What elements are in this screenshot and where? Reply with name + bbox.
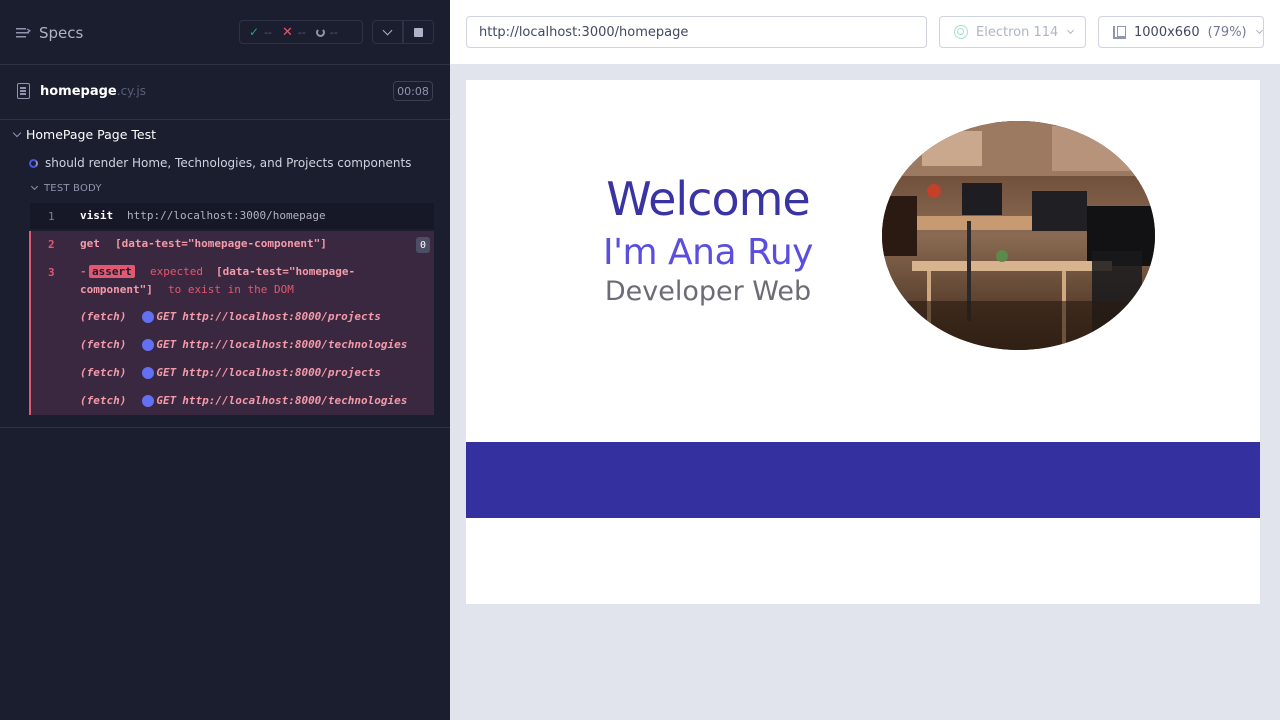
- assert-tag: assert: [89, 265, 135, 278]
- failed-count: --: [297, 25, 306, 39]
- test-body-label: TEST BODY: [44, 183, 102, 194]
- specs-label: Specs: [39, 24, 84, 42]
- specs-list-icon: [16, 28, 31, 38]
- assert-message: to exist in the DOM: [168, 283, 294, 296]
- request-method: GET: [156, 366, 177, 379]
- command-number: 3: [48, 266, 55, 279]
- request-dot-icon: [142, 310, 155, 323]
- chevron-down-icon: [1255, 26, 1263, 34]
- element-count-badge: 0: [416, 237, 430, 253]
- pending-count: --: [329, 25, 338, 39]
- chevron-down-icon: [1067, 26, 1075, 34]
- chevron-down-icon: [382, 25, 393, 35]
- command-message: [data-test="homepage-component"]: [115, 237, 327, 250]
- url-bar[interactable]: http://localhost:3000/homepage: [466, 16, 927, 48]
- request-dot-icon: [142, 394, 155, 407]
- spec-name: homepage.cy.js: [40, 84, 146, 99]
- spec-header: homepage.cy.js 00:08: [0, 65, 450, 120]
- assert-expected: expected: [150, 265, 203, 278]
- viewport-zoom: (79%): [1207, 24, 1247, 40]
- failed-stat: ✕ --: [282, 25, 306, 40]
- command-dash: -: [80, 265, 87, 278]
- command-assert[interactable]: 3 - assert expected [data-test="homepage…: [31, 261, 434, 301]
- hero-name: I'm Ana Ruy: [603, 232, 814, 273]
- spec-filename: homepage: [40, 84, 117, 99]
- running-spinner-icon: [29, 158, 38, 168]
- request-row[interactable]: (fetch) GET http://localhost:8000/projec…: [80, 310, 381, 323]
- request-url: http://localhost:8000/technologies: [182, 338, 408, 351]
- command-visit[interactable]: 1 visit http://localhost:3000/homepage: [30, 203, 434, 229]
- request-dot-icon: [142, 366, 155, 379]
- test-stats: ✓ -- ✕ -- --: [239, 20, 363, 44]
- stop-button[interactable]: [403, 20, 434, 44]
- command-number: 1: [48, 210, 55, 223]
- command-name: get: [80, 237, 100, 250]
- specs-toggle-button[interactable]: Specs: [16, 24, 83, 42]
- viewport-size: 1000x660: [1134, 24, 1200, 40]
- command-name: visit: [80, 209, 114, 222]
- spec-extension: .cy.js: [116, 84, 146, 98]
- collapse-all-button[interactable]: [372, 20, 403, 44]
- hero-photo: [882, 121, 1155, 350]
- divider: [0, 427, 450, 428]
- browser-selector[interactable]: Electron 114: [939, 16, 1086, 48]
- assert-selector-a: [data-test="homepage-: [216, 265, 356, 278]
- command-get[interactable]: 2 get [data-test="homepage-component"] 0: [31, 231, 434, 259]
- assert-selector-b: component"]: [80, 283, 153, 296]
- suite-title[interactable]: HomePage Page Test: [12, 127, 156, 142]
- check-icon: ✓: [249, 25, 260, 39]
- chevron-down-icon: [30, 182, 39, 191]
- blue-band: [466, 442, 1260, 518]
- hero-role: Developer Web: [604, 276, 812, 307]
- request-row[interactable]: (fetch) GET http://localhost:8000/projec…: [80, 366, 381, 379]
- browser-label: Electron 114: [976, 24, 1059, 40]
- command-number: 2: [48, 238, 55, 251]
- viewport-info[interactable]: 1000x660 (79%): [1098, 16, 1264, 48]
- passed-stat: ✓ --: [249, 25, 272, 39]
- spec-duration: 00:08: [393, 81, 433, 101]
- hero-welcome: Welcome: [606, 172, 810, 226]
- cross-icon: ✕: [282, 24, 293, 40]
- command-message: http://localhost:3000/homepage: [127, 209, 326, 222]
- reporter-header: Specs ✓ -- ✕ -- --: [0, 0, 450, 65]
- pending-icon: [315, 27, 325, 37]
- request-type: (fetch): [80, 310, 127, 323]
- request-row[interactable]: (fetch) GET http://localhost:8000/techno…: [80, 394, 407, 407]
- chevron-down-icon: [12, 128, 22, 137]
- office-photo: [882, 121, 1155, 350]
- request-method: GET: [156, 338, 177, 351]
- request-url: http://localhost:8000/projects: [182, 310, 381, 323]
- electron-icon: [954, 25, 968, 39]
- request-type: (fetch): [80, 394, 127, 407]
- test-label: should render Home, Technologies, and Pr…: [45, 156, 412, 170]
- passed-count: --: [264, 25, 273, 39]
- request-type: (fetch): [80, 366, 127, 379]
- request-row[interactable]: (fetch) GET http://localhost:8000/techno…: [80, 338, 407, 351]
- app-preview: Welcome I'm Ana Ruy Developer Web: [466, 80, 1260, 604]
- pending-stat: --: [315, 25, 338, 39]
- request-url: http://localhost:8000/technologies: [182, 394, 408, 407]
- aut-toolbar: http://localhost:3000/homepage Electron …: [450, 0, 1280, 64]
- file-icon: [17, 83, 30, 99]
- test-body-toggle[interactable]: TEST BODY: [30, 182, 102, 194]
- request-url: http://localhost:8000/projects: [182, 366, 381, 379]
- request-type: (fetch): [80, 338, 127, 351]
- suite-label: HomePage Page Test: [26, 127, 156, 142]
- test-title[interactable]: should render Home, Technologies, and Pr…: [29, 156, 411, 170]
- reporter-panel: Specs ✓ -- ✕ -- -- homepage.cy.js 00:08 Ho…: [0, 0, 450, 720]
- request-dot-icon: [142, 338, 155, 351]
- stop-icon: [414, 27, 423, 37]
- request-method: GET: [156, 394, 177, 407]
- failed-commands: 2 get [data-test="homepage-component"] 0…: [29, 231, 434, 415]
- viewport-icon: [1113, 25, 1126, 39]
- request-method: GET: [156, 310, 177, 323]
